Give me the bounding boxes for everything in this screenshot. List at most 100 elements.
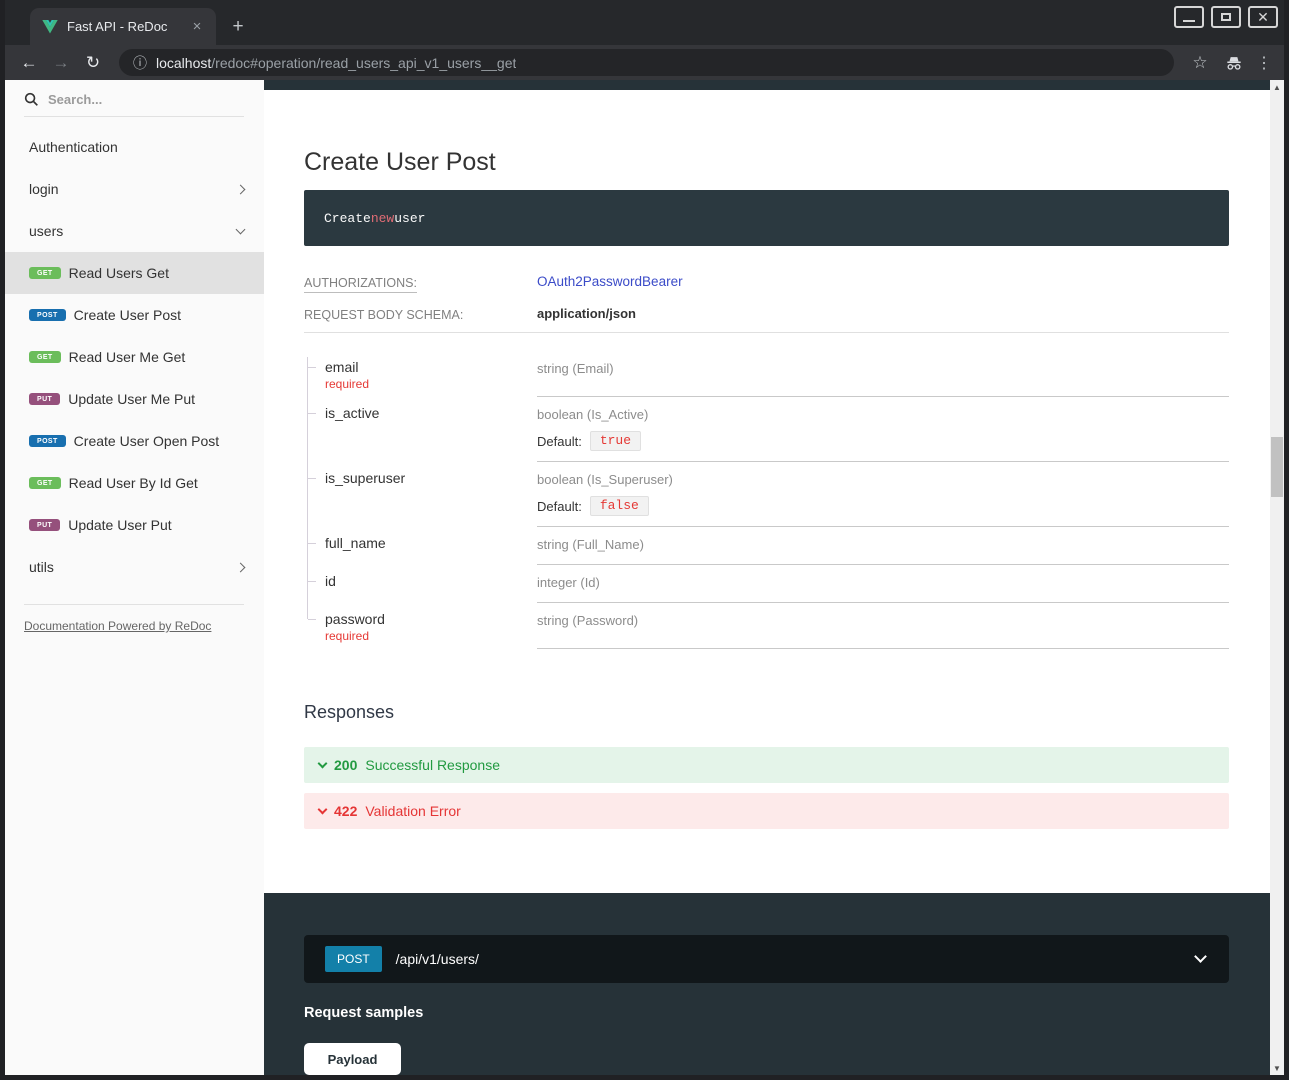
site-info-icon[interactable]: ⓘ bbox=[133, 53, 147, 73]
method-badge-get: GET bbox=[29, 477, 61, 489]
main-content: Create User Post Create new user AUTHORI… bbox=[264, 80, 1270, 1075]
maximize-button[interactable] bbox=[1211, 6, 1241, 28]
schema-row-id: id integer (Id) bbox=[304, 565, 1229, 603]
page: Authentication login users GET Read User… bbox=[5, 80, 1284, 1075]
response-200[interactable]: 200 Successful Response bbox=[304, 747, 1229, 783]
scrollbar-down-icon[interactable]: ▼ bbox=[1270, 1061, 1284, 1075]
browser-tab[interactable]: Fast API - ReDoc × bbox=[30, 8, 216, 45]
scrollbar-thumb[interactable] bbox=[1271, 437, 1283, 497]
url-text: localhost/redoc#operation/read_users_api… bbox=[156, 55, 516, 71]
maximize-icon bbox=[1221, 13, 1231, 21]
chevron-down-icon bbox=[318, 758, 328, 768]
response-code: 200 bbox=[334, 757, 357, 773]
sidebar-item-label: Read User Me Get bbox=[69, 349, 244, 365]
schema-row-email: email required string (Email) bbox=[304, 351, 1229, 397]
sidebar-item-label: Authentication bbox=[29, 139, 244, 155]
field-type: string (Password) bbox=[537, 613, 638, 628]
default-value-chip: true bbox=[590, 431, 641, 451]
browser-window: Fast API - ReDoc × + ✕ ← → ↻ ⓘ localhost… bbox=[0, 0, 1289, 1080]
method-badge-get: GET bbox=[29, 267, 61, 279]
toolbar-right: ☆ ⋮ bbox=[1186, 49, 1274, 77]
default-value-chip: false bbox=[590, 496, 649, 516]
schema-row-is-superuser: is_superuser boolean (Is_Superuser) Defa… bbox=[304, 462, 1229, 527]
endpoint-method-badge: POST bbox=[325, 946, 382, 972]
url-path: /redoc#operation/read_users_api_v1_users… bbox=[211, 55, 516, 71]
browser-menu-icon[interactable]: ⋮ bbox=[1254, 49, 1274, 77]
sidebar-item-login[interactable]: login bbox=[5, 168, 264, 210]
sidebar-item-read-user-by-id-get[interactable]: GET Read User By Id Get bbox=[5, 462, 264, 504]
page-title: Create User Post bbox=[304, 147, 1229, 177]
sidebar: Authentication login users GET Read User… bbox=[5, 80, 264, 1075]
sidebar-item-users[interactable]: users bbox=[5, 210, 264, 252]
sidebar-item-label: Update User Put bbox=[68, 517, 244, 533]
chevron-down-icon bbox=[1194, 950, 1207, 963]
url-host: localhost bbox=[156, 55, 211, 71]
address-bar[interactable]: ⓘ localhost/redoc#operation/read_users_a… bbox=[119, 49, 1174, 76]
tab-close-icon[interactable]: × bbox=[188, 18, 206, 35]
authorizations-label: AUTHORIZATIONS: bbox=[304, 276, 417, 293]
field-name: email bbox=[325, 359, 529, 375]
sidebar-item-label: Update User Me Put bbox=[68, 391, 244, 407]
close-icon: ✕ bbox=[1257, 10, 1269, 24]
oauth2-link[interactable]: OAuth2PasswordBearer bbox=[537, 274, 683, 289]
code-text: user bbox=[394, 211, 425, 226]
tab-title: Fast API - ReDoc bbox=[67, 19, 188, 34]
sidebar-item-label: users bbox=[29, 223, 237, 239]
bookmark-star-icon[interactable]: ☆ bbox=[1186, 49, 1214, 77]
sidebar-item-update-user-me-put[interactable]: PUT Update User Me Put bbox=[5, 378, 264, 420]
chevron-down-icon bbox=[318, 804, 328, 814]
code-text: Create bbox=[324, 211, 371, 226]
sidebar-footer: Documentation Powered by ReDoc bbox=[24, 619, 264, 633]
forward-button[interactable]: → bbox=[47, 49, 75, 77]
responses-heading: Responses bbox=[304, 702, 1229, 723]
sidebar-item-authentication[interactable]: Authentication bbox=[5, 126, 264, 168]
response-label: Successful Response bbox=[365, 757, 500, 773]
sidebar-item-utils[interactable]: utils bbox=[5, 546, 264, 588]
previous-section-panel-edge bbox=[264, 80, 1270, 90]
scrollbar[interactable]: ▲ ▼ bbox=[1270, 80, 1284, 1075]
field-required: required bbox=[325, 377, 529, 391]
chevron-right-icon bbox=[236, 562, 246, 572]
code-keyword: new bbox=[371, 211, 394, 226]
scrollbar-up-icon[interactable]: ▲ bbox=[1270, 80, 1284, 94]
default-label: Default: bbox=[537, 499, 582, 514]
response-422[interactable]: 422 Validation Error bbox=[304, 793, 1229, 829]
chevron-right-icon bbox=[236, 184, 246, 194]
field-type: string (Full_Name) bbox=[537, 537, 644, 552]
search-icon bbox=[24, 92, 39, 107]
request-body-schema-label: REQUEST BODY SCHEMA: bbox=[304, 308, 463, 324]
schema-row-password: password required string (Password) bbox=[304, 603, 1229, 649]
sidebar-item-label: Read User By Id Get bbox=[69, 475, 244, 491]
method-badge-post: POST bbox=[29, 435, 66, 447]
back-button[interactable]: ← bbox=[15, 49, 43, 77]
schema-table: email required string (Email) is_active … bbox=[304, 351, 1229, 649]
request-body-schema-value: application/json bbox=[537, 306, 636, 321]
sidebar-divider bbox=[24, 604, 244, 605]
minimize-button[interactable] bbox=[1174, 6, 1204, 28]
default-label: Default: bbox=[537, 434, 582, 449]
field-name: id bbox=[325, 573, 529, 589]
endpoint-bar[interactable]: POST /api/v1/users/ bbox=[304, 935, 1229, 983]
sidebar-item-update-user-put[interactable]: PUT Update User Put bbox=[5, 504, 264, 546]
sidebar-item-create-user-open-post[interactable]: POST Create User Open Post bbox=[5, 420, 264, 462]
field-name: full_name bbox=[325, 535, 529, 551]
search-input[interactable] bbox=[48, 92, 218, 107]
method-badge-post: POST bbox=[29, 309, 66, 321]
sidebar-item-read-user-me-get[interactable]: GET Read User Me Get bbox=[5, 336, 264, 378]
sidebar-item-read-users-get[interactable]: GET Read Users Get bbox=[5, 252, 264, 294]
field-type: boolean (Is_Active) bbox=[537, 407, 648, 422]
request-body-schema-row: REQUEST BODY SCHEMA: application/json bbox=[304, 306, 1229, 333]
browser-toolbar: ← → ↻ ⓘ localhost/redoc#operation/read_u… bbox=[5, 45, 1284, 80]
sidebar-item-label: Create User Post bbox=[74, 307, 244, 323]
sidebar-item-create-user-post[interactable]: POST Create User Post bbox=[5, 294, 264, 336]
redoc-footer-link[interactable]: Documentation Powered by ReDoc bbox=[24, 619, 211, 633]
payload-tab[interactable]: Payload bbox=[304, 1043, 401, 1075]
field-type: integer (Id) bbox=[537, 575, 600, 590]
sidebar-item-label: Read Users Get bbox=[69, 265, 244, 281]
sidebar-item-label: Create User Open Post bbox=[74, 433, 244, 449]
new-tab-button[interactable]: + bbox=[224, 13, 252, 41]
description-code-block: Create new user bbox=[304, 190, 1229, 246]
reload-button[interactable]: ↻ bbox=[79, 49, 107, 77]
close-button[interactable]: ✕ bbox=[1248, 6, 1278, 28]
minimize-icon bbox=[1183, 20, 1195, 22]
